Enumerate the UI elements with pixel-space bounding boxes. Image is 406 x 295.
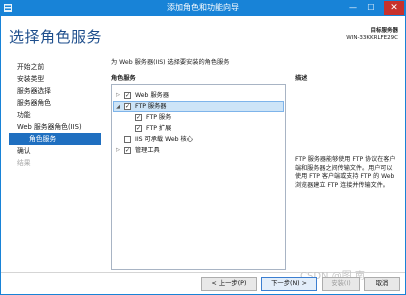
roles-header: 角色服务 <box>111 75 136 82</box>
expand-arrow-icon[interactable]: ▷ <box>114 145 122 156</box>
nav-item-confirmation[interactable]: 确认 <box>9 145 101 157</box>
checkbox-management-tools[interactable]: ✓ <box>124 147 131 154</box>
nav-item-role-services[interactable]: 角色服务 <box>9 133 101 145</box>
target-server-info: 目标服务器 WIN-33KKRLFE29C <box>346 28 398 42</box>
nav-item-server-roles[interactable]: 服务器角色 <box>9 97 101 109</box>
minimize-button[interactable]: — <box>345 1 361 15</box>
tree-row-label: FTP 扩展 <box>146 125 172 132</box>
tree-row-label: FTP 服务器 <box>135 103 167 110</box>
title-bar: 添加角色和功能向导 — ☐ ✕ <box>0 0 406 16</box>
install-button: 安装(I) <box>322 277 360 291</box>
nav-item-before-you-begin[interactable]: 开始之前 <box>9 61 101 73</box>
close-button[interactable]: ✕ <box>384 1 404 15</box>
description-header: 描述 <box>295 75 308 82</box>
tree-row-label: IIS 可承载 Web 核心 <box>135 136 193 143</box>
maximize-button[interactable]: ☐ <box>363 1 379 15</box>
tree-row-label: Web 服务器 <box>135 92 170 99</box>
role-description: FTP 服务器能够使用 FTP 协议在客户端和服务器之间传输文件。用户可以使用 … <box>295 156 396 189</box>
page-title: 选择角色服务 <box>9 28 103 46</box>
cancel-button[interactable]: 取消 <box>364 277 400 291</box>
checkbox-iis-hostable-web-core[interactable] <box>124 136 131 143</box>
previous-button[interactable]: < 上一步(P) <box>201 277 257 291</box>
nav-item-installation-type[interactable]: 安装类型 <box>9 73 101 85</box>
tree-row-label: 管理工具 <box>135 147 160 154</box>
next-button[interactable]: 下一步(N) > <box>261 277 317 291</box>
nav-item-features[interactable]: 功能 <box>9 109 101 121</box>
role-services-tree[interactable]: ▷ ✓ Web 服务器 ◢ ✓ FTP 服务器 ✓ FTP 服务 ✓ FTP 扩… <box>111 84 286 270</box>
tree-row-web-server[interactable]: ▷ ✓ Web 服务器 <box>113 90 284 101</box>
tree-row-ftp-server[interactable]: ◢ ✓ FTP 服务器 <box>113 101 284 112</box>
target-server-label: 目标服务器 <box>370 28 398 34</box>
tree-row-ftp-extensibility[interactable]: ✓ FTP 扩展 <box>113 123 284 134</box>
nav-item-results: 结果 <box>17 159 31 167</box>
tree-row-iis-hostable-web-core[interactable]: IIS 可承载 Web 核心 <box>113 134 284 145</box>
tree-row-label: FTP 服务 <box>146 114 172 121</box>
instruction-text: 为 Web 服务器(IIS) 选择要安装的角色服务 <box>111 59 230 66</box>
nav-item-web-server-role[interactable]: Web 服务器角色(IIS) <box>9 121 101 133</box>
wizard-nav: 开始之前 安装类型 服务器选择 服务器角色 功能 Web 服务器角色(IIS) … <box>9 61 101 169</box>
target-server-name: WIN-33KKRLFE29C <box>346 35 398 41</box>
checkbox-ftp-server[interactable]: ✓ <box>124 103 131 110</box>
tree-row-management-tools[interactable]: ▷ ✓ 管理工具 <box>113 145 284 156</box>
checkbox-ftp-service[interactable]: ✓ <box>135 114 142 121</box>
expand-arrow-icon[interactable]: ▷ <box>114 90 122 101</box>
checkbox-ftp-extensibility[interactable]: ✓ <box>135 125 142 132</box>
nav-item-server-selection[interactable]: 服务器选择 <box>9 85 101 97</box>
checkbox-web-server[interactable]: ✓ <box>124 92 131 99</box>
tree-row-ftp-service[interactable]: ✓ FTP 服务 <box>113 112 284 123</box>
